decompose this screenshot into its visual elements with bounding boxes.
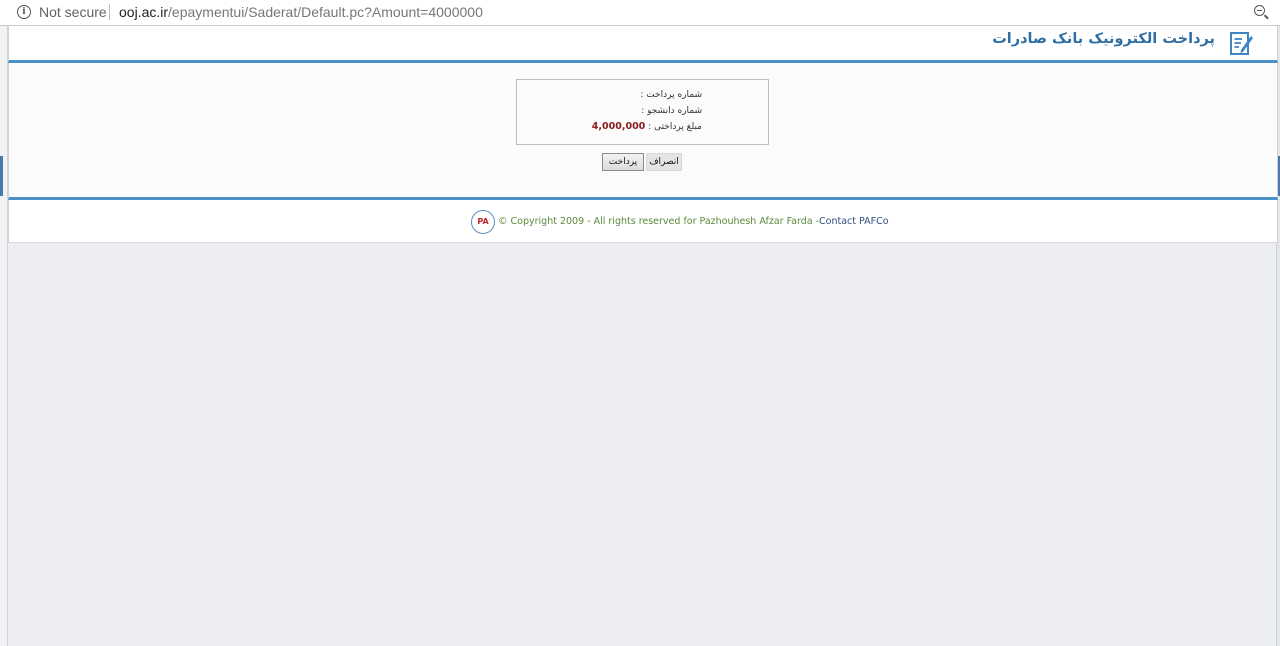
edit-document-icon [1230,32,1253,55]
amount-label: مبلغ پرداختی : [648,122,702,132]
zoom-icon[interactable] [1254,5,1265,16]
cancel-button[interactable]: انصراف [646,153,682,171]
window-edge-left [0,26,8,646]
address-bar[interactable]: i Not secure ooj.ac.ir/epaymentui/Sadera… [0,0,1280,26]
url-text[interactable]: ooj.ac.ir/epaymentui/Saderat/Default.pc?… [119,4,483,20]
payment-number-row: شماره پرداخت : [640,90,702,100]
info-icon[interactable]: i [17,5,31,19]
footer-text: © Copyright 2009 - All rights reserved f… [498,216,889,227]
payment-panel: شماره پرداخت : شماره دانشجو : مبلغ پرداخ… [8,63,1278,200]
student-number-label: شماره دانشجو : [641,106,702,116]
address-separator [109,4,110,20]
amount-value: 4,000,000 [591,121,646,132]
edge-marker [0,156,3,196]
page-title: پرداخت الکترونیک بانک صادرات [992,31,1215,47]
url-host: ooj.ac.ir [119,4,169,20]
pafco-logo: PA [471,210,495,234]
contact-link[interactable]: Contact PAFCo [819,216,889,227]
copyright-text: © Copyright 2009 - All rights reserved f… [498,216,820,227]
security-label[interactable]: Not secure [39,4,107,20]
student-number-row: شماره دانشجو : [641,106,702,116]
pay-button[interactable]: پرداخت [602,153,644,171]
url-path: /epaymentui/Saderat/Default.pc?Amount=40… [168,4,483,20]
payment-info-box: شماره پرداخت : شماره دانشجو : مبلغ پرداخ… [516,79,769,145]
amount-row: مبلغ پرداختی : 4,000,000 [592,121,702,132]
payment-number-label: شماره پرداخت : [640,90,702,100]
page-footer: PA © Copyright 2009 - All rights reserve… [8,200,1278,243]
page-header: پرداخت الکترونیک بانک صادرات [8,26,1278,63]
